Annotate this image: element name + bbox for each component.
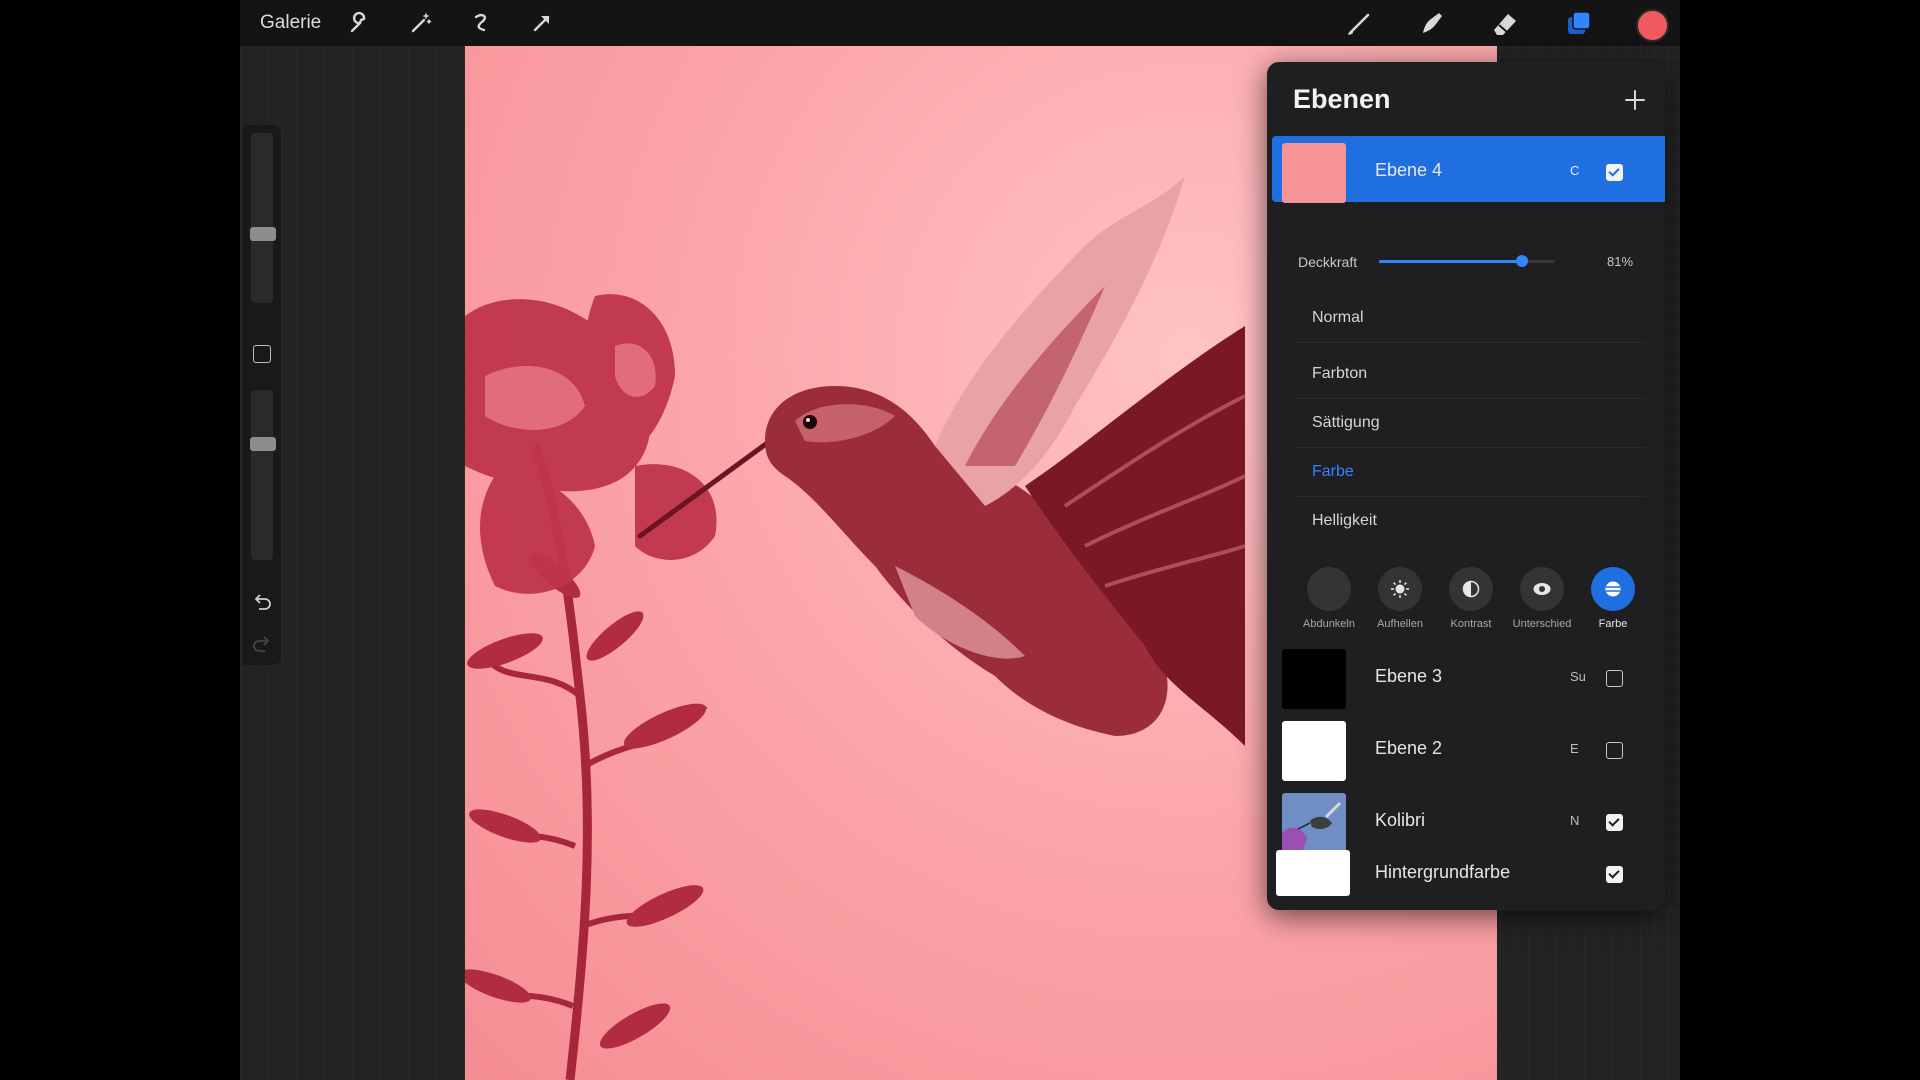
layer-thumbnail — [1282, 721, 1346, 781]
sun-icon — [1391, 580, 1409, 598]
opacity-slider-knob[interactable] — [1515, 255, 1528, 267]
smudge-icon[interactable] — [1415, 6, 1449, 40]
layer-visibility-checkbox[interactable] — [1606, 670, 1623, 687]
modify-button[interactable] — [253, 345, 271, 363]
redo-icon[interactable] — [251, 633, 273, 655]
brush-opacity-thumb[interactable] — [250, 436, 276, 451]
layer-blend-mode-button[interactable]: N — [1570, 813, 1579, 828]
left-sidebar — [243, 125, 281, 665]
layer-name: Hintergrundfarbe — [1375, 862, 1511, 882]
layer-row[interactable]: Kolibri N — [1272, 786, 1665, 853]
layer-visibility-checkbox[interactable] — [1606, 866, 1623, 883]
transform-arrow-icon[interactable] — [527, 8, 557, 38]
procreate-app: Galerie Ebenen Ebene 4 C Deckkraft 81% N… — [240, 0, 1680, 1080]
layer-row[interactable]: Ebene 3 Su — [1272, 642, 1665, 709]
layer-row-active[interactable]: Ebene 4 C — [1272, 136, 1665, 203]
layer-blend-mode-button[interactable]: Su — [1570, 669, 1586, 684]
layer-blend-mode-button[interactable]: E — [1570, 741, 1579, 756]
contrast-icon — [1462, 580, 1480, 598]
layer-thumbnail — [1282, 793, 1346, 853]
blend-mode-normal[interactable]: Normal — [1295, 294, 1645, 343]
blend-category-aufhellen[interactable]: Aufhellen — [1366, 567, 1434, 630]
opacity-value: 81% — [1607, 254, 1634, 269]
opacity-label: Deckkraft — [1298, 254, 1358, 270]
eraser-icon[interactable] — [1488, 6, 1522, 40]
opacity-slider-fill — [1379, 260, 1522, 263]
magic-wand-icon[interactable] — [405, 8, 435, 38]
wrench-icon[interactable] — [343, 8, 373, 38]
layer-row[interactable]: Ebene 2 E — [1272, 714, 1665, 781]
layer-thumbnail — [1282, 649, 1346, 709]
color-icon — [1605, 581, 1621, 597]
layer-visibility-checkbox[interactable] — [1606, 814, 1623, 831]
layer-name: Ebene 3 — [1375, 666, 1443, 686]
blend-category-unterschied[interactable]: Unterschied — [1508, 567, 1576, 630]
layer-name: Kolibri — [1375, 810, 1426, 830]
layer-visibility-checkbox[interactable] — [1606, 164, 1623, 181]
blend-mode-farbe[interactable]: Farbe — [1295, 448, 1645, 497]
brush-icon[interactable] — [1343, 6, 1377, 40]
blend-category-kontrast[interactable]: Kontrast — [1437, 567, 1505, 630]
eye-icon — [1533, 583, 1551, 595]
layers-icon[interactable] — [1562, 6, 1596, 40]
blend-category-abdunkeln[interactable]: Abdunkeln — [1295, 567, 1363, 630]
add-layer-icon[interactable] — [1623, 88, 1647, 112]
color-picker-swatch[interactable] — [1636, 9, 1669, 42]
layer-name: Ebene 2 — [1375, 738, 1443, 758]
blend-mode-farbton[interactable]: Farbton — [1295, 350, 1645, 399]
blend-category-farbe[interactable]: Farbe — [1579, 567, 1647, 630]
layer-blend-mode-button[interactable]: C — [1570, 163, 1579, 178]
brush-opacity-slider[interactable] — [250, 390, 276, 560]
blend-mode-helligkeit[interactable]: Helligkeit — [1295, 497, 1645, 545]
brush-size-slider[interactable] — [250, 133, 276, 303]
top-toolbar: Galerie — [240, 0, 1680, 46]
moon-icon — [1324, 582, 1331, 596]
layer-thumbnail — [1276, 850, 1350, 896]
layer-name: Ebene 4 — [1375, 160, 1443, 180]
selection-icon[interactable] — [466, 8, 496, 38]
layer-row[interactable]: Hintergrundfarbe — [1272, 850, 1665, 910]
layer-visibility-checkbox[interactable] — [1606, 742, 1623, 759]
blend-mode-saettigung[interactable]: Sättigung — [1295, 399, 1645, 448]
panel-title: Ebenen — [1293, 84, 1391, 114]
opacity-slider[interactable] — [1379, 255, 1555, 267]
layers-panel: Ebenen Ebene 4 C Deckkraft 81% Normal Fa… — [1267, 62, 1665, 910]
hummingbird-thumbnail — [1282, 793, 1346, 853]
gallery-button[interactable]: Galerie — [260, 12, 321, 34]
layer-thumbnail — [1282, 143, 1346, 203]
undo-icon[interactable] — [251, 591, 273, 613]
brush-size-thumb[interactable] — [250, 226, 276, 241]
